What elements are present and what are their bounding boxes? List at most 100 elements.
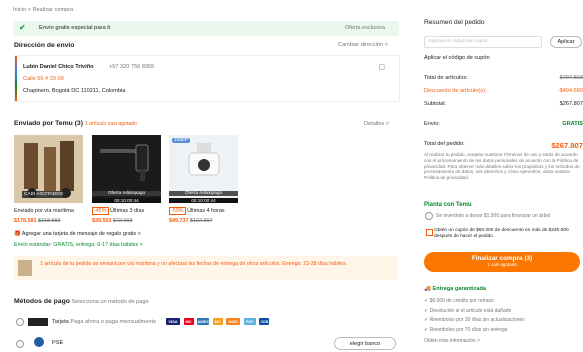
truck-icon: 🚚	[424, 286, 431, 292]
apply-coupon-link[interactable]: Aplicar el código de cupón	[424, 55, 490, 61]
product1-price: $178.581	[14, 218, 37, 224]
benefit-item: ✓ Devolución si el artículo está dañado	[424, 307, 512, 314]
payment-heading-row: Métodos de pago Selecciona un método de …	[14, 298, 149, 305]
check-icon: ✔	[19, 23, 26, 32]
card-radio[interactable]	[16, 318, 24, 326]
checkout-button[interactable]: Finalizar compra (3) 1 casi agotado	[424, 252, 580, 272]
summary-row: Subtotal: $267.807	[424, 101, 583, 107]
card-label: Tarjeta	[52, 319, 69, 325]
product2-orig: $72.003	[113, 218, 133, 224]
plan-heading: Planta con Temu	[424, 202, 472, 208]
summary-heading: Resumen del pedido	[424, 19, 485, 26]
almost-sold-badge: CASI AGOTADOS	[22, 191, 66, 198]
payment-sub: Selecciona un método de pago	[71, 299, 149, 305]
alert-thumbnail	[18, 260, 32, 276]
recipient-name: Lubin Daniel Chico Triviño	[23, 64, 94, 70]
check-icon: ✓	[424, 317, 429, 323]
product3-stock: Últimas 4 horas	[187, 208, 225, 214]
product-image-camera[interactable]: 1080P Oferta relámpago 00:10:00:44	[169, 135, 238, 203]
product2-discount: -45%	[92, 207, 109, 215]
order-total-row: Total del pedido: $267.807	[424, 141, 583, 150]
amex-icon: AMEX	[197, 318, 210, 325]
coupon-promo-text: Obtén un cupón de $60.000 de descuento e…	[434, 228, 569, 239]
card-label-row: Tarjeta Paga ahora o paga mensualmente	[52, 319, 156, 325]
shipping-details-link[interactable]: Detalles >	[364, 121, 389, 127]
order-total-label: Total del pedido:	[424, 141, 465, 147]
choose-bank-button[interactable]: elegir banco	[334, 337, 396, 350]
apply-coupon-button[interactable]: Aplicar	[550, 36, 582, 48]
summary-row: Descuento de artículo(s): -$494.660	[424, 88, 583, 94]
flash-timer: 00:10:00:44	[92, 198, 161, 203]
alert-text: 1 artículo de tu pedido se enviará por v…	[40, 261, 348, 267]
address-heading: Dirección de envío	[14, 42, 75, 49]
product3-info: -59% Últimas 4 horas	[169, 207, 225, 215]
product2-price: $39.503	[92, 218, 112, 224]
plan-checkbox[interactable]	[425, 212, 433, 220]
maestro-icon: MC	[212, 318, 223, 325]
mastercard-icon: MC	[183, 318, 194, 325]
card-icon	[28, 318, 48, 326]
edit-icon[interactable]: ▢	[378, 63, 385, 71]
product2-info: -45% Últimas 3 días	[92, 207, 145, 215]
checkout-sub: 1 casi agotado	[487, 262, 517, 267]
discover-icon: DISC	[226, 318, 241, 325]
shipping-heading: Enviado por Temu (3) 1 artículo casi ago…	[14, 120, 138, 127]
pay-icon: PAY	[243, 318, 256, 325]
product3-price: $49.737	[169, 218, 189, 224]
recipient-city: Chapinero, Bogotá DC 110211, Colombia	[23, 88, 126, 94]
shipping-note: 1 artículo casi agotado	[84, 121, 138, 127]
change-address-link[interactable]: Cambiar dirección >	[338, 42, 388, 48]
flash-timer: 00:10:00:44	[169, 198, 238, 203]
card-sub: Paga ahora o paga mensualmente	[70, 319, 157, 325]
pse-label: PSE	[52, 340, 64, 346]
benefits-list: ✓ $6.000 de crédito por retraso ✓ Devolu…	[424, 297, 525, 335]
plan-text: Se invertirán a donar $1.500 para financ…	[436, 213, 551, 219]
product3-orig: $122.307	[190, 218, 213, 224]
product3-discount: -59%	[169, 207, 186, 215]
visa-icon: VISA	[166, 318, 180, 325]
product1-price-row: $178.581 $318.583	[14, 218, 60, 224]
terms-text: Al realizar tu pedido, aceptas nuestros …	[424, 152, 580, 181]
check-icon: ✓	[424, 298, 429, 304]
recipient-street: Calle 56 # 29 09	[23, 76, 64, 82]
breadcrumb-current: Realizar compra	[32, 7, 74, 13]
product-image-cart[interactable]: CASI AGOTADOS	[14, 135, 83, 203]
coupon-input[interactable]: Ingresa el código del cupón	[424, 36, 542, 48]
benefit-item: ✓ Reembolso por 30 días sin actualizacio…	[424, 317, 525, 323]
flash-badge: Oferta relámpago	[169, 191, 238, 196]
recipient-phone: +57 320 756 8355	[109, 64, 155, 70]
product1-label: Enviado por vía marítima	[14, 208, 74, 214]
product2-price-row: $39.503 $72.003	[92, 218, 133, 224]
pse-icon	[34, 337, 44, 347]
product-image-spray-gun[interactable]: Oferta relámpago 00:10:00:44	[92, 135, 161, 203]
card-logos: VISA MC AMEX MC DISC PAY JCB	[166, 318, 271, 325]
jcb-icon: JCB	[259, 318, 270, 325]
more-info-link[interactable]: Obtén más información >	[424, 338, 480, 344]
breadcrumb: Inicio > Realizar compra	[13, 7, 74, 13]
gift-card-link[interactable]: 🎁 Agregar una tarjeta de mensaje de rega…	[14, 231, 141, 237]
guarantee-heading: 🚚 Entrega garantizada	[424, 286, 486, 292]
benefit-item: ✓ Reembolso por 70 días sin entrega	[424, 326, 508, 333]
resolution-tag: 1080P	[172, 138, 190, 143]
address-stripe	[15, 56, 17, 101]
standard-shipping[interactable]: Envío estándar: GRATIS, entrega: 6-17 dí…	[14, 242, 143, 248]
free-shipping-banner: ✔ Envío gratis especial para ti Oferta e…	[13, 21, 399, 36]
product3-price-row: $49.737 $122.307	[169, 218, 212, 224]
checkout-label: Finalizar compra (3)	[471, 255, 533, 262]
summary-row: Total de artículos: $797.803	[424, 75, 583, 81]
address-card[interactable]: Lubin Daniel Chico Triviño +57 320 756 8…	[14, 55, 400, 102]
product1-orig: $318.583	[37, 218, 61, 224]
coupon-placeholder: Ingresa el código del cupón	[429, 39, 488, 44]
sea-freight-alert: 1 artículo de tu pedido se enviará por v…	[14, 256, 398, 280]
product2-stock: Últimas 3 días	[110, 208, 145, 214]
banner-text: Envío gratis especial para ti	[39, 25, 111, 31]
summary-row: Envío: GRATIS	[424, 121, 583, 127]
breadcrumb-home[interactable]: Inicio	[13, 7, 26, 13]
banner-tag: Oferta exclusiva	[344, 25, 385, 31]
flash-badge: Oferta relámpago	[92, 191, 161, 196]
check-icon: ✓	[424, 307, 429, 314]
pse-radio[interactable]	[16, 340, 24, 348]
check-icon: ✓	[424, 326, 429, 333]
order-total-value: $267.807	[551, 141, 583, 150]
benefit-item: ✓ $6.000 de crédito por retraso	[424, 298, 494, 304]
